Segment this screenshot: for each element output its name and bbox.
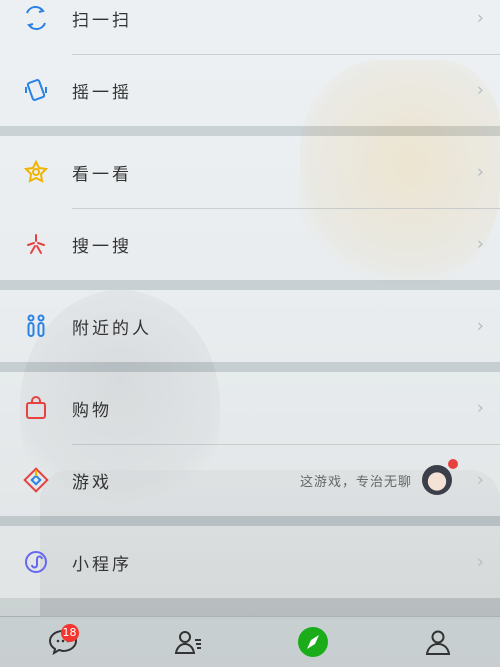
search-star-icon [0, 231, 72, 257]
menu-item-shake[interactable]: 摇一摇 › [0, 54, 500, 126]
group-mini-programs: 小程序 › [0, 526, 500, 598]
menu-item-games[interactable]: 游戏 这游戏，专治无聊 › [0, 444, 500, 516]
section-divider [0, 362, 500, 372]
tab-me[interactable] [408, 620, 468, 664]
group-scan-shake: 扫一扫 › 摇一摇 › [0, 0, 500, 126]
menu-item-label: 游戏 [72, 472, 112, 493]
games-icon [0, 467, 72, 493]
chevron-right-icon: › [476, 161, 484, 183]
menu-item-label: 摇一摇 [72, 82, 132, 103]
menu-item-search[interactable]: 搜一搜 › [0, 208, 500, 280]
shopping-bag-icon [0, 395, 72, 421]
section-divider [0, 126, 500, 136]
menu-item-shopping[interactable]: 购物 › [0, 372, 500, 444]
group-nearby: 附近的人 › [0, 290, 500, 362]
scan-icon [0, 5, 72, 31]
chevron-right-icon: › [476, 7, 484, 29]
game-avatar [422, 459, 458, 495]
tab-contacts[interactable] [158, 620, 218, 664]
chevron-right-icon: › [476, 233, 484, 255]
unread-badge: 18 [60, 624, 79, 642]
chevron-right-icon: › [476, 551, 484, 573]
chevron-right-icon: › [476, 315, 484, 337]
tab-chats[interactable]: 18 [33, 620, 93, 664]
menu-item-label: 购物 [72, 400, 112, 421]
menu-item-label: 扫一扫 [72, 10, 132, 31]
discover-menu: 扫一扫 › 摇一摇 › 看一看 › 搜一搜 › 附近的人 › 购物 › 游戏 这… [0, 0, 500, 598]
mini-programs-icon [0, 549, 72, 575]
bottom-tab-bar: 18 [0, 616, 500, 667]
menu-item-label: 小程序 [72, 554, 132, 575]
menu-item-top-stories[interactable]: 看一看 › [0, 136, 500, 208]
section-divider [0, 516, 500, 526]
games-promo-text: 这游戏，专治无聊 [299, 474, 412, 490]
menu-item-scan[interactable]: 扫一扫 › [0, 0, 500, 54]
chevron-right-icon: › [476, 469, 484, 491]
profile-icon [425, 630, 450, 655]
group-stories-search: 看一看 › 搜一搜 › [0, 136, 500, 280]
chevron-right-icon: › [476, 79, 484, 101]
menu-item-mini-programs[interactable]: 小程序 › [0, 526, 500, 598]
top-stories-icon [0, 159, 72, 185]
tab-discover[interactable] [283, 620, 343, 664]
menu-item-label: 搜一搜 [72, 236, 132, 257]
new-indicator-dot [448, 459, 458, 469]
menu-item-people-nearby[interactable]: 附近的人 › [0, 290, 500, 362]
menu-item-label: 看一看 [72, 164, 132, 185]
compass-icon [297, 627, 328, 657]
contacts-icon [174, 631, 201, 654]
chevron-right-icon: › [476, 397, 484, 419]
group-shopping-games: 购物 › 游戏 这游戏，专治无聊 › [0, 372, 500, 516]
menu-item-label: 附近的人 [72, 318, 152, 339]
section-divider [0, 280, 500, 290]
shake-icon [0, 77, 72, 103]
games-promo: 这游戏，专治无聊 [299, 459, 458, 495]
people-nearby-icon [0, 313, 72, 339]
